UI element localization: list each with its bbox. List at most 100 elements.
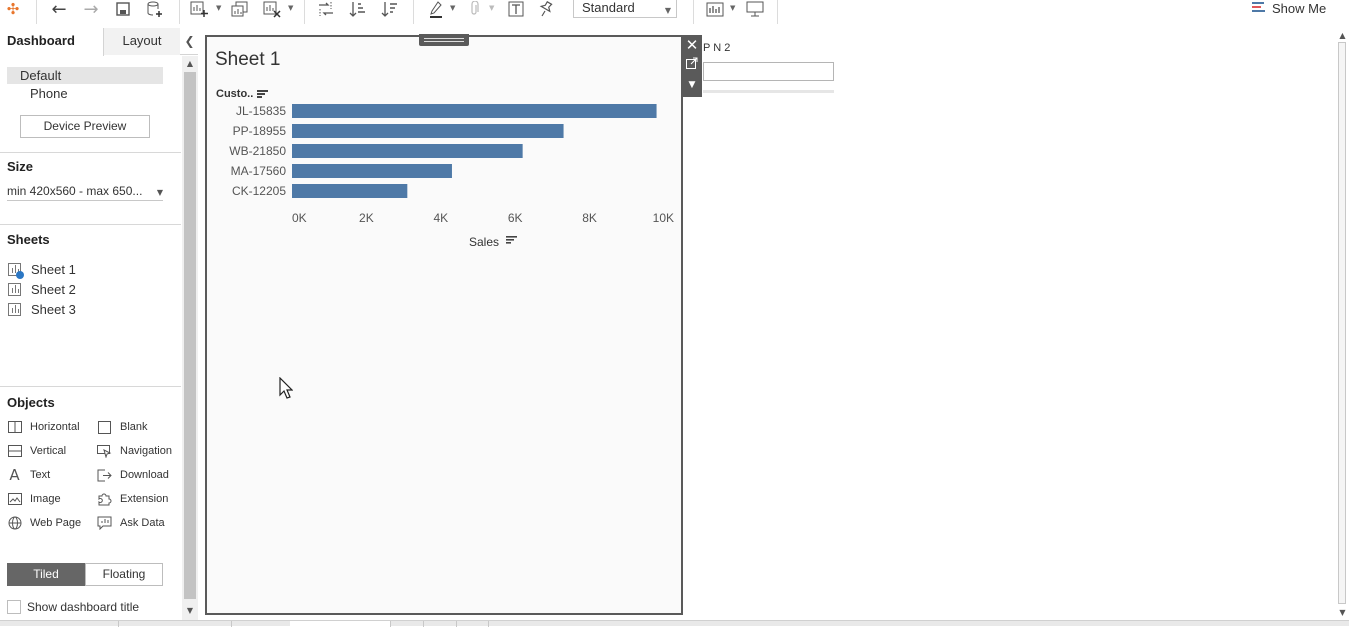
- clear-sheet-icon[interactable]: [262, 0, 282, 18]
- object-label: Blank: [120, 421, 148, 433]
- sheet-tab-bar: [0, 620, 1349, 627]
- canvas-scrollbar[interactable]: ▲ ▼: [1336, 28, 1349, 620]
- show-dashboard-title-checkbox[interactable]: [7, 600, 21, 614]
- new-datasource-icon[interactable]: [145, 0, 165, 18]
- category-label[interactable]: CK-12205: [232, 184, 286, 198]
- show-dashboard-title-option[interactable]: Show dashboard title: [7, 600, 139, 614]
- object-navigation[interactable]: Navigation: [97, 443, 172, 459]
- save-icon[interactable]: [114, 0, 132, 18]
- show-cards-icon[interactable]: [705, 0, 725, 18]
- object-vertical[interactable]: Vertical: [7, 443, 66, 459]
- object-web-page[interactable]: Web Page: [7, 515, 81, 531]
- object-image[interactable]: Image: [7, 491, 61, 507]
- objects-title: Objects: [7, 395, 55, 410]
- chevron-down-icon: ▼: [664, 6, 671, 15]
- sort-ascending-icon[interactable]: [348, 0, 368, 18]
- scroll-down-icon[interactable]: ▼: [1336, 608, 1349, 617]
- group-icon[interactable]: [465, 0, 483, 18]
- remove-zone-icon[interactable]: ✕: [682, 36, 702, 54]
- toolbar-separator: [693, 0, 694, 24]
- toolbar-separator: [179, 0, 180, 24]
- category-label[interactable]: MA-17560: [231, 164, 287, 178]
- row-header[interactable]: Custo..: [216, 88, 269, 100]
- parameter-input[interactable]: [703, 62, 834, 81]
- sort-descending-icon[interactable]: [380, 0, 400, 18]
- active-sheet-tab[interactable]: [290, 621, 390, 627]
- mark-size-select[interactable]: Standard ▼: [573, 0, 677, 18]
- divider: [0, 152, 181, 153]
- bar-wb-21850[interactable]: [292, 144, 523, 158]
- chevron-down-icon[interactable]: ▼: [450, 4, 455, 12]
- category-label[interactable]: WB-21850: [229, 144, 286, 158]
- chevron-down-icon[interactable]: ▼: [288, 4, 293, 12]
- pin-icon[interactable]: [537, 0, 555, 18]
- show-me-label: Show Me: [1272, 0, 1327, 16]
- collapse-pane-icon[interactable]: ❮: [181, 28, 198, 55]
- ask-data-icon: [97, 516, 112, 530]
- object-text[interactable]: A Text: [7, 466, 50, 484]
- left-pane-scrollbar[interactable]: ▲ ▼: [182, 56, 198, 620]
- sheet-item-sheet-2[interactable]: Sheet 2: [8, 280, 76, 298]
- category-label[interactable]: PP-18955: [233, 124, 287, 138]
- category-label[interactable]: JL-15835: [236, 104, 286, 118]
- bar-ck-12205[interactable]: [292, 184, 408, 198]
- swap-icon[interactable]: [316, 0, 336, 18]
- pane-tabs: Dashboard Layout ❮: [0, 28, 198, 56]
- horizontal-container-icon: [7, 420, 22, 434]
- duplicate-sheet-icon[interactable]: [230, 0, 250, 18]
- scrollbar-thumb[interactable]: [184, 72, 196, 599]
- toolbar-separator: [413, 0, 414, 24]
- object-label: Download: [120, 469, 169, 481]
- device-phone[interactable]: Phone: [7, 85, 68, 102]
- size-select[interactable]: min 420x560 - max 650... ▼: [7, 183, 163, 201]
- chevron-down-icon[interactable]: ▼: [730, 4, 735, 12]
- floating-toggle[interactable]: Floating: [85, 563, 163, 586]
- presentation-icon[interactable]: [745, 0, 765, 18]
- scroll-down-icon[interactable]: ▼: [182, 606, 198, 615]
- mouse-cursor-icon: [279, 377, 293, 399]
- chevron-down-icon[interactable]: ▼: [216, 4, 221, 12]
- bar-chart: JL-15835 PP-18955 WB-21850 MA-17560 CK-12205…: [229, 104, 674, 249]
- sort-icon[interactable]: [506, 236, 517, 244]
- bar-jl-15835[interactable]: [292, 104, 657, 118]
- highlight-icon[interactable]: [427, 0, 445, 18]
- new-worksheet-icon[interactable]: [189, 0, 209, 18]
- tab-dashboard[interactable]: Dashboard: [0, 28, 104, 56]
- scroll-up-icon[interactable]: ▲: [182, 59, 198, 68]
- sort-icon[interactable]: [257, 89, 269, 99]
- go-to-sheet-icon[interactable]: [682, 57, 702, 72]
- tiled-toggle[interactable]: Tiled: [7, 563, 85, 586]
- worksheet-icon: [8, 302, 21, 316]
- sheet-item-sheet-3[interactable]: Sheet 3: [8, 300, 76, 318]
- object-download[interactable]: Download: [97, 467, 169, 483]
- device-preview-button[interactable]: Device Preview: [20, 115, 150, 138]
- chevron-down-icon[interactable]: ▼: [489, 4, 494, 12]
- x-axis-label[interactable]: Sales: [469, 235, 499, 249]
- object-ask-data[interactable]: Ask Data: [97, 515, 165, 531]
- object-extension[interactable]: Extension: [97, 491, 168, 507]
- sheet-label: Sheet 3: [31, 301, 76, 317]
- download-icon: [97, 468, 112, 482]
- parameter-slider[interactable]: [703, 90, 834, 93]
- bar-pp-18955[interactable]: [292, 124, 564, 138]
- scrollbar-thumb[interactable]: [1338, 42, 1346, 604]
- label-icon[interactable]: [506, 0, 526, 18]
- drag-handle[interactable]: [419, 34, 469, 46]
- more-options-icon[interactable]: ▼: [682, 80, 702, 90]
- tab-layout[interactable]: Layout: [104, 28, 180, 55]
- device-default[interactable]: Default: [7, 67, 163, 84]
- image-icon: [7, 492, 22, 506]
- x-tick-label: 2K: [359, 211, 374, 225]
- sheet-label: Sheet 2: [31, 281, 76, 297]
- scroll-up-icon[interactable]: ▲: [1336, 31, 1349, 40]
- bar-ma-17560[interactable]: [292, 164, 452, 178]
- sort-icon-line: [506, 236, 517, 238]
- object-horizontal[interactable]: Horizontal: [7, 419, 80, 435]
- show-me-button[interactable]: Show Me: [1252, 0, 1326, 16]
- object-label: Ask Data: [120, 517, 165, 529]
- sheet-item-sheet-1[interactable]: Sheet 1: [8, 260, 76, 279]
- undo-icon[interactable]: ←: [49, 0, 69, 20]
- object-blank[interactable]: Blank: [97, 419, 148, 435]
- redo-icon[interactable]: →: [81, 0, 101, 20]
- tableau-logo-icon[interactable]: ✣: [4, 0, 22, 18]
